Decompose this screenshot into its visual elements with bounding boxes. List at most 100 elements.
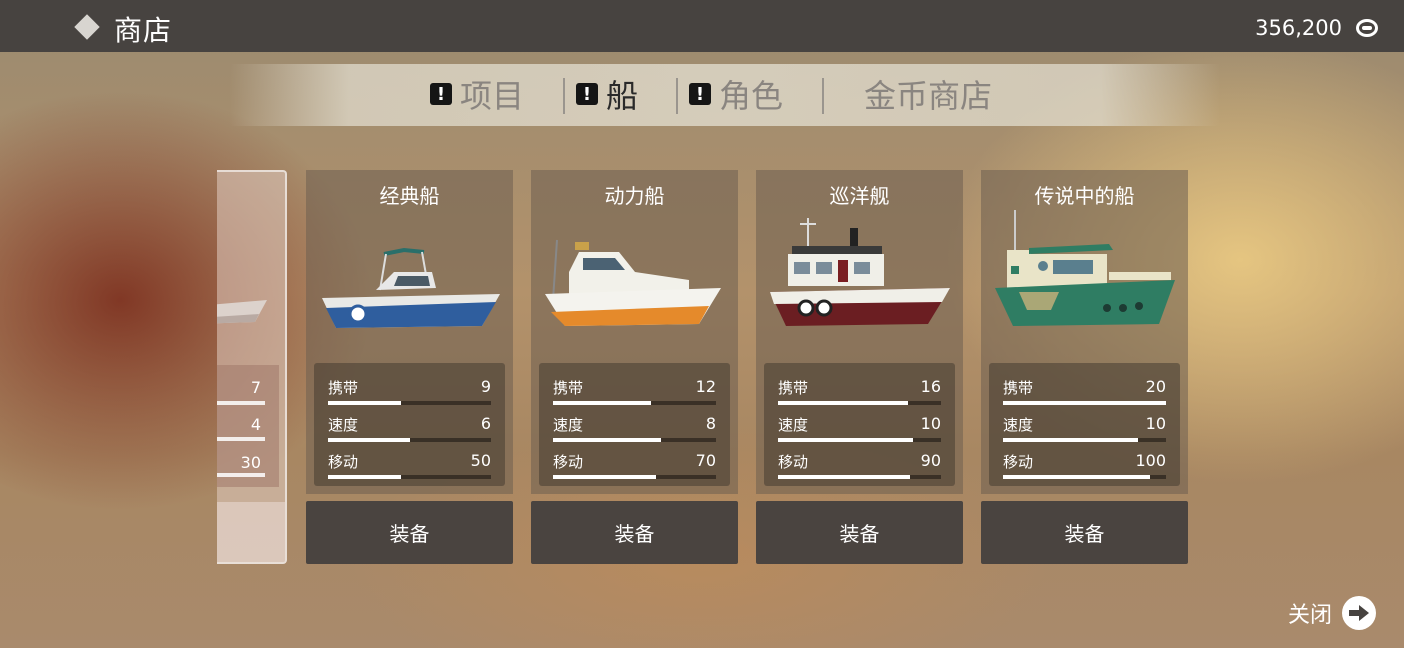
stat-track [778, 401, 941, 405]
stat-carry: 携带 20 [1003, 377, 1166, 413]
stat-value: 10 [920, 414, 941, 433]
alert-icon: ! [576, 83, 598, 105]
stat-label: 携带 [553, 379, 584, 397]
equip-button[interactable]: 装备 [756, 501, 963, 564]
stat-value: 70 [695, 451, 716, 470]
stat-fill [553, 401, 651, 405]
cruiser-boat-image [770, 218, 950, 326]
partial-boat-card[interactable]: 7 4 30 [217, 170, 287, 564]
stat-fill [778, 401, 909, 405]
stat-label: 携带 [328, 379, 359, 397]
close-label: 关闭 [1287, 603, 1332, 628]
boat-image [217, 300, 267, 324]
tab-characters[interactable]: ! 角色 [689, 74, 783, 115]
equip-button[interactable]: 装备 [981, 501, 1188, 564]
coin-balance: 356,200 [1255, 16, 1342, 40]
stat-fill [1003, 475, 1150, 479]
stat-fill [1003, 401, 1166, 405]
stat-value: 9 [480, 377, 491, 396]
legendary-boat-image [995, 210, 1175, 326]
stat-fill [328, 438, 410, 442]
stat-value: 12 [695, 377, 716, 396]
coin-icon [1356, 19, 1378, 37]
stats-panel: 携带 9 速度 6 移动 50 [314, 363, 505, 486]
boat-card-classic[interactable]: 经典船 携带 9 速度 6 移动 50 [306, 170, 513, 494]
boat-card-legendary[interactable]: 传说中的船 携带 20 速度 10 移动 100 [981, 170, 1188, 494]
stat-fill [778, 438, 914, 442]
stat-label: 移动 [1003, 453, 1034, 471]
stats-panel: 携带 16 速度 10 移动 90 [764, 363, 955, 486]
stat-value: 6 [480, 414, 491, 433]
stat-speed: 速度 10 [1003, 414, 1166, 450]
stat-value: 50 [470, 451, 491, 470]
stat-label: 携带 [1003, 379, 1034, 397]
equip-button[interactable]: 装备 [531, 501, 738, 564]
stat-track [328, 475, 491, 479]
tab-label: 金币商店 [864, 77, 993, 115]
stat-track [328, 438, 491, 442]
arrow-right-icon[interactable] [1342, 596, 1376, 630]
alert-icon: ! [689, 83, 711, 105]
tab-label: 项目 [460, 77, 525, 115]
stat-bar [217, 437, 265, 441]
stat-fill [328, 401, 402, 405]
tab-label: 船 [606, 77, 639, 115]
stats-panel: 7 4 30 [217, 365, 279, 487]
stat-label: 移动 [553, 453, 584, 471]
stat-speed: 速度 6 [328, 414, 491, 450]
stat-label: 速度 [553, 416, 584, 434]
stat-label: 移动 [328, 453, 359, 471]
boat-card-power[interactable]: 动力船 携带 12 速度 8 移动 70 [531, 170, 738, 494]
stat-track [1003, 438, 1166, 442]
stat-bar [217, 401, 265, 405]
stats-panel: 携带 20 速度 10 移动 100 [989, 363, 1180, 486]
classic-boat-image [322, 247, 500, 328]
tab-divider [563, 78, 565, 114]
boat-name: 传说中的船 [1034, 184, 1135, 208]
stat-label: 移动 [778, 453, 809, 471]
boat-name: 动力船 [604, 184, 665, 208]
tab-divider [822, 78, 824, 114]
stat-bar [217, 473, 265, 477]
stat-value: 4 [250, 415, 261, 434]
stat-track [328, 401, 491, 405]
stat-fill [1003, 438, 1139, 442]
stat-value: 16 [920, 377, 941, 396]
stat-value: 90 [920, 451, 941, 470]
stat-track [553, 401, 716, 405]
alert-icon: ! [430, 83, 452, 105]
stat-value: 30 [240, 453, 261, 472]
stat-move: 移动 100 [1003, 451, 1166, 487]
boat-card-cruiser[interactable]: 巡洋舰 携带 16 速度 10 移动 90 [756, 170, 963, 494]
stat-label: 速度 [778, 416, 809, 434]
stat-track [553, 475, 716, 479]
equip-button[interactable]: 装备 [306, 501, 513, 564]
stat-value: 100 [1135, 451, 1166, 470]
power-boat-image [545, 239, 721, 326]
close-control[interactable]: 关闭 [1288, 596, 1376, 630]
stat-carry: 携带 16 [778, 377, 941, 413]
diamond-icon [74, 14, 100, 40]
tab-divider [676, 78, 678, 114]
stat-label: 携带 [778, 379, 809, 397]
stat-value: 7 [250, 378, 261, 397]
stat-carry: 携带 9 [328, 377, 491, 413]
stat-move: 移动 50 [328, 451, 491, 487]
partial-equip-button[interactable] [217, 502, 285, 562]
stat-move: 移动 70 [553, 451, 716, 487]
page-title: 商店 [114, 14, 173, 47]
stat-value: 8 [705, 414, 716, 433]
boat-name: 巡洋舰 [829, 184, 890, 208]
stat-fill [553, 438, 661, 442]
stat-track [553, 438, 716, 442]
tab-items[interactable]: ! 项目 [430, 74, 525, 115]
stat-label: 速度 [328, 416, 359, 434]
tab-boats[interactable]: ! 船 [576, 74, 639, 115]
tab-coin-shop[interactable]: 金币商店 [864, 74, 993, 115]
shop-tabs: ! 项目 ! 船 ! 角色 金币商店 [230, 64, 1220, 126]
stat-track [1003, 401, 1166, 405]
stat-track [778, 438, 941, 442]
stat-value: 10 [1145, 414, 1166, 433]
stat-move: 移动 90 [778, 451, 941, 487]
stat-carry: 携带 12 [553, 377, 716, 413]
